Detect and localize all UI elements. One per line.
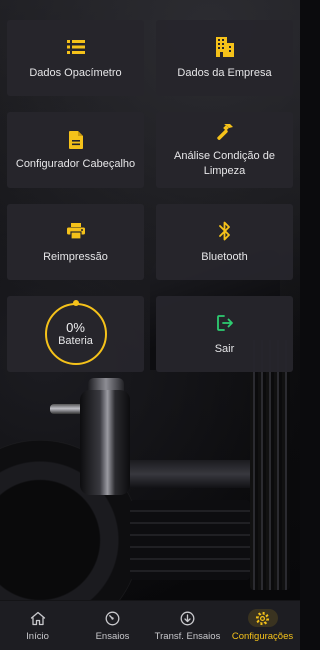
- nav-label: Início: [26, 631, 49, 642]
- building-icon: [215, 36, 234, 58]
- tile-label: Dados Opacímetro: [29, 66, 122, 79]
- bluetooth-button[interactable]: Bluetooth: [156, 204, 293, 280]
- nav-item-inicio[interactable]: Início: [0, 601, 75, 650]
- configurador-cabecalho-button[interactable]: Configurador Cabeçalho: [7, 112, 144, 188]
- bluetooth-icon: [218, 220, 231, 242]
- tile-label: Dados da Empresa: [177, 66, 272, 79]
- nav-item-configuracoes[interactable]: Configurações: [225, 601, 300, 650]
- nav-label: Transf. Ensaios: [154, 631, 221, 642]
- gear-icon-wrapper: [247, 609, 278, 627]
- settings-menu-grid: Dados Opacímetro Dados da Empresa Config…: [7, 20, 295, 372]
- list-icon: [66, 36, 85, 58]
- nav-label: Configurações: [231, 631, 294, 642]
- truck-grille: [250, 340, 290, 590]
- nav-item-transf-ensaios[interactable]: Transf. Ensaios: [150, 601, 225, 650]
- nav-item-ensaios[interactable]: Ensaios: [75, 601, 150, 650]
- sair-button[interactable]: Sair: [156, 296, 293, 372]
- download-icon: [180, 609, 195, 627]
- exit-icon: [216, 312, 234, 334]
- tile-label: Bluetooth: [201, 250, 248, 263]
- truck-step: [130, 500, 250, 580]
- gear-icon: [247, 609, 278, 627]
- tile-label: Reimpressão: [43, 250, 108, 263]
- reimpressao-button[interactable]: Reimpressão: [7, 204, 144, 280]
- bottom-navigation: Início Ensaios Transf. Ensaios Configura…: [0, 600, 300, 650]
- battery-percent: 0%: [66, 319, 85, 335]
- dados-empresa-button[interactable]: Dados da Empresa: [156, 20, 293, 96]
- dados-opacimetro-button[interactable]: Dados Opacímetro: [7, 20, 144, 96]
- home-icon: [30, 609, 46, 627]
- printer-icon: [66, 220, 85, 242]
- truck-tank: [80, 390, 130, 495]
- hammer-icon: [215, 121, 235, 143]
- tile-label: Configurador Cabeçalho: [15, 157, 136, 170]
- tile-label: Sair: [214, 342, 235, 355]
- analise-condicao-limpeza-button[interactable]: Análise Condição de Limpeza: [156, 112, 293, 188]
- battery-label: Bateria: [58, 334, 93, 347]
- document-icon: [68, 129, 83, 151]
- nav-label: Ensaios: [95, 631, 130, 642]
- battery-gauge: 0% Bateria: [44, 300, 107, 365]
- tile-label: Análise Condição de Limpeza: [174, 150, 275, 177]
- battery-status-card: 0% Bateria: [7, 296, 144, 372]
- truck-chassis: [120, 460, 260, 488]
- gauge-icon: [105, 609, 120, 627]
